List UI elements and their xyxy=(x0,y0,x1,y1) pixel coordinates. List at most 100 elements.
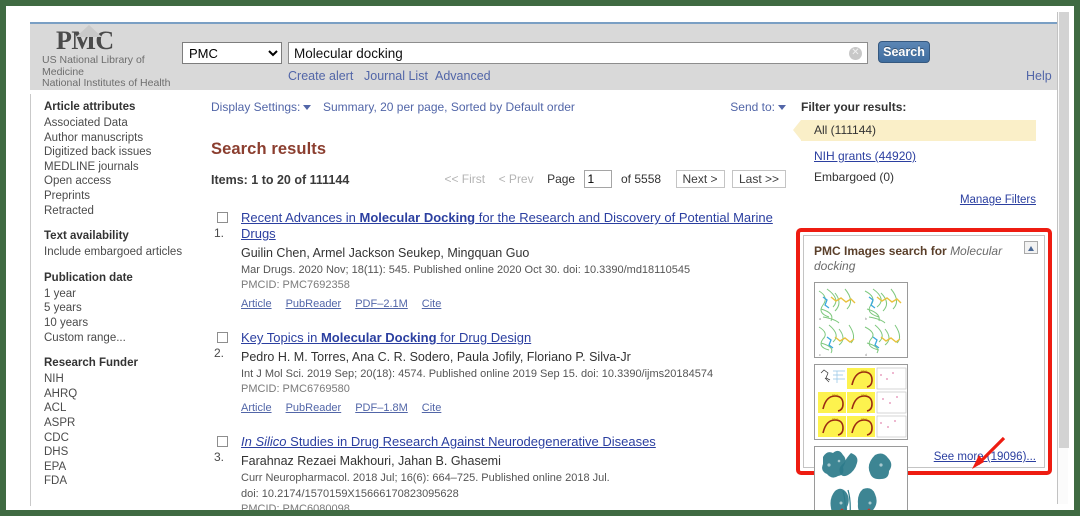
sidebar-group-heading: Text availability xyxy=(44,230,129,243)
see-more-link[interactable]: See more (19096)... xyxy=(934,451,1036,463)
sidebar-filter-item[interactable]: 10 years xyxy=(44,316,194,331)
sidebar-group-heading: Article attributes xyxy=(44,101,136,113)
filters-heading: Filter your results: xyxy=(801,100,907,114)
pmc-images-panel-highlight: PMC Images search for Molecular docking xyxy=(796,228,1052,510)
collapse-triangle-icon[interactable] xyxy=(1024,241,1038,254)
sidebar-filter-item[interactable]: AHRQ xyxy=(44,387,194,402)
result-link[interactable]: PubReader xyxy=(286,298,342,310)
result-title-link[interactable]: Key Topics in Molecular Docking for Drug… xyxy=(241,330,786,346)
page-scrollbar[interactable] xyxy=(1057,12,1069,504)
pager-prev: < Prev xyxy=(498,172,534,187)
search-input[interactable] xyxy=(289,43,841,63)
images-title-prefix: PMC Images search for xyxy=(814,244,951,258)
display-settings-bar: Display Settings: Summary, 20 per page, … xyxy=(211,100,786,118)
result-checkbox[interactable] xyxy=(217,436,228,447)
sidebar-filter-item[interactable]: CDC xyxy=(44,431,194,446)
sidebar-filter-item[interactable]: Preprints xyxy=(44,189,194,204)
thumbnail-teal-protein-structures[interactable] xyxy=(814,446,908,510)
logo-sub-line3: National Institutes of Health xyxy=(42,77,171,89)
pager-page-label: Page xyxy=(547,172,576,187)
result-checkbox[interactable] xyxy=(217,212,228,223)
filter-embargoed-row: Embargoed (0) xyxy=(814,170,895,184)
sidebar-group: Publication date 1 year 5 years 10 years Cus… xyxy=(44,271,194,345)
sidebar-filter-item[interactable]: Associated Data xyxy=(44,116,194,131)
sidebar-filter-item[interactable]: ASPR xyxy=(44,416,194,431)
sidebar-filter-item[interactable]: Author manuscripts xyxy=(44,131,194,146)
result-link[interactable]: Article xyxy=(241,402,272,414)
result-checkbox[interactable] xyxy=(217,332,228,343)
clear-search-icon[interactable]: ✕ xyxy=(849,47,862,60)
result-item: 2. Key Topics in Molecular Docking for Dr… xyxy=(211,330,786,416)
svg-text:d: d xyxy=(865,353,867,357)
site-header: PMC US National Library of Medicine Nati… xyxy=(30,22,1062,90)
result-authors: Farahnaz Rezaei Makhouri, Jahan B. Ghase… xyxy=(241,454,501,468)
result-number: 1. xyxy=(214,226,225,240)
search-button[interactable]: Search xyxy=(878,41,930,63)
pmc-logo-subtitle: US National Library of Medicine National… xyxy=(42,54,192,90)
pager-last-button[interactable]: Last >> xyxy=(731,170,786,188)
result-link[interactable]: Cite xyxy=(422,298,442,310)
thumbnail-yellow-panels-chart[interactable]: label label label label label xyxy=(814,364,908,440)
sidebar-filter-item[interactable]: DHS xyxy=(44,445,194,460)
sidebar-filter-item[interactable]: MEDLINE journals xyxy=(44,160,194,175)
advanced-search-link[interactable]: Advanced xyxy=(435,69,491,83)
result-links: Article PubReader PDF–2.1M Cite xyxy=(241,294,786,312)
result-link[interactable]: PubReader xyxy=(286,402,342,414)
journal-list-link[interactable]: Journal List xyxy=(364,69,428,83)
right-column: Filter your results: All (111144) NIH gr… xyxy=(793,100,1036,206)
result-link[interactable]: PDF–1.8M xyxy=(355,402,408,414)
sidebar-filter-item[interactable]: 1 year xyxy=(44,287,194,302)
pager-page-input[interactable] xyxy=(583,170,612,188)
result-link[interactable]: Cite xyxy=(422,402,442,414)
pager-next-button[interactable]: Next > xyxy=(675,170,725,188)
result-link[interactable]: Article xyxy=(241,298,272,310)
svg-text:b: b xyxy=(865,317,867,321)
filter-nih-grants-link[interactable]: NIH grants (44920) xyxy=(814,149,916,163)
svg-text:label: label xyxy=(861,417,867,421)
browser-page: PMC US National Library of Medicine Nati… xyxy=(6,6,1074,510)
sidebar-group: Text availability Include embargoed artic… xyxy=(44,229,194,260)
sidebar-filter-item[interactable]: Include embargoed articles xyxy=(44,245,194,260)
svg-text:label: label xyxy=(861,369,867,373)
display-settings-button[interactable]: Display Settings: xyxy=(211,100,312,114)
result-authors: Guilin Chen, Armel Jackson Seukep, Mingq… xyxy=(241,246,530,260)
pager-first: << First xyxy=(444,172,486,187)
sidebar-filter-item[interactable]: Retracted xyxy=(44,204,194,219)
sidebar-filter-item[interactable]: 5 years xyxy=(44,301,194,316)
sidebar-group: Article attributes Associated Data Author … xyxy=(44,100,194,218)
sidebar-filter-item[interactable]: Open access xyxy=(44,174,194,189)
logo-sub-line1: US National Library of xyxy=(42,54,145,66)
result-citation: Curr Neuropharmacol. 2018 Jul; 16(6): 66… xyxy=(241,472,610,484)
sidebar-filter-item[interactable]: FDA xyxy=(44,474,194,489)
result-title-link[interactable]: Recent Advances in Molecular Docking for… xyxy=(241,210,786,242)
sidebar-filter-item[interactable]: ACL xyxy=(44,401,194,416)
sidebar-filter-item[interactable]: Custom range... xyxy=(44,331,194,346)
sidebar-filter-item[interactable]: Digitized back issues xyxy=(44,145,194,160)
chevron-down-icon xyxy=(778,105,786,111)
send-to-button[interactable]: Send to: xyxy=(730,100,786,114)
page-scrollbar-thumb[interactable] xyxy=(1059,12,1069,448)
result-link[interactable]: PDF–2.1M xyxy=(355,298,408,310)
result-title-pre: Recent Advances in xyxy=(241,210,360,225)
thumbnail-protein-ribbon-green[interactable]: a b c d xyxy=(814,282,908,358)
pmc-images-panel-title: PMC Images search for Molecular docking xyxy=(814,244,1010,273)
help-link[interactable]: Help xyxy=(1026,69,1052,83)
svg-text:a: a xyxy=(819,317,821,321)
result-item: 3. In Silico Studies in Drug Research Aga… xyxy=(211,434,786,510)
filter-all-row[interactable]: All (111144) xyxy=(793,120,1036,141)
result-authors: Pedro H. M. Torres, Ana C. R. Sodero, Pa… xyxy=(241,350,631,364)
result-citation-doi: doi: 10.2174/1570159X15666170823095628 xyxy=(241,488,459,500)
svg-text:label: label xyxy=(832,417,838,421)
sidebar-group: Research Funder NIH AHRQ ACL ASPR CDC DHS EPA FD… xyxy=(44,356,194,489)
create-alert-link[interactable]: Create alert xyxy=(288,69,353,83)
pmc-logo[interactable]: PMC US National Library of Medicine Nati… xyxy=(42,25,192,90)
database-select[interactable]: PMC xyxy=(182,42,282,64)
filter-nih-grants-row: NIH grants (44920) xyxy=(801,146,1036,167)
result-title-link[interactable]: In Silico Studies in Drug Research Again… xyxy=(241,434,786,450)
manage-filters-link[interactable]: Manage Filters xyxy=(801,194,1036,206)
display-summary-text[interactable]: Summary, 20 per page, Sorted by Default … xyxy=(323,100,575,114)
sidebar-filter-item[interactable]: EPA xyxy=(44,460,194,475)
items-count: Items: 1 to 20 of 111144 xyxy=(211,173,350,187)
result-pmcid: PMCID: PMC6769580 xyxy=(241,383,350,395)
sidebar-filter-item[interactable]: NIH xyxy=(44,372,194,387)
